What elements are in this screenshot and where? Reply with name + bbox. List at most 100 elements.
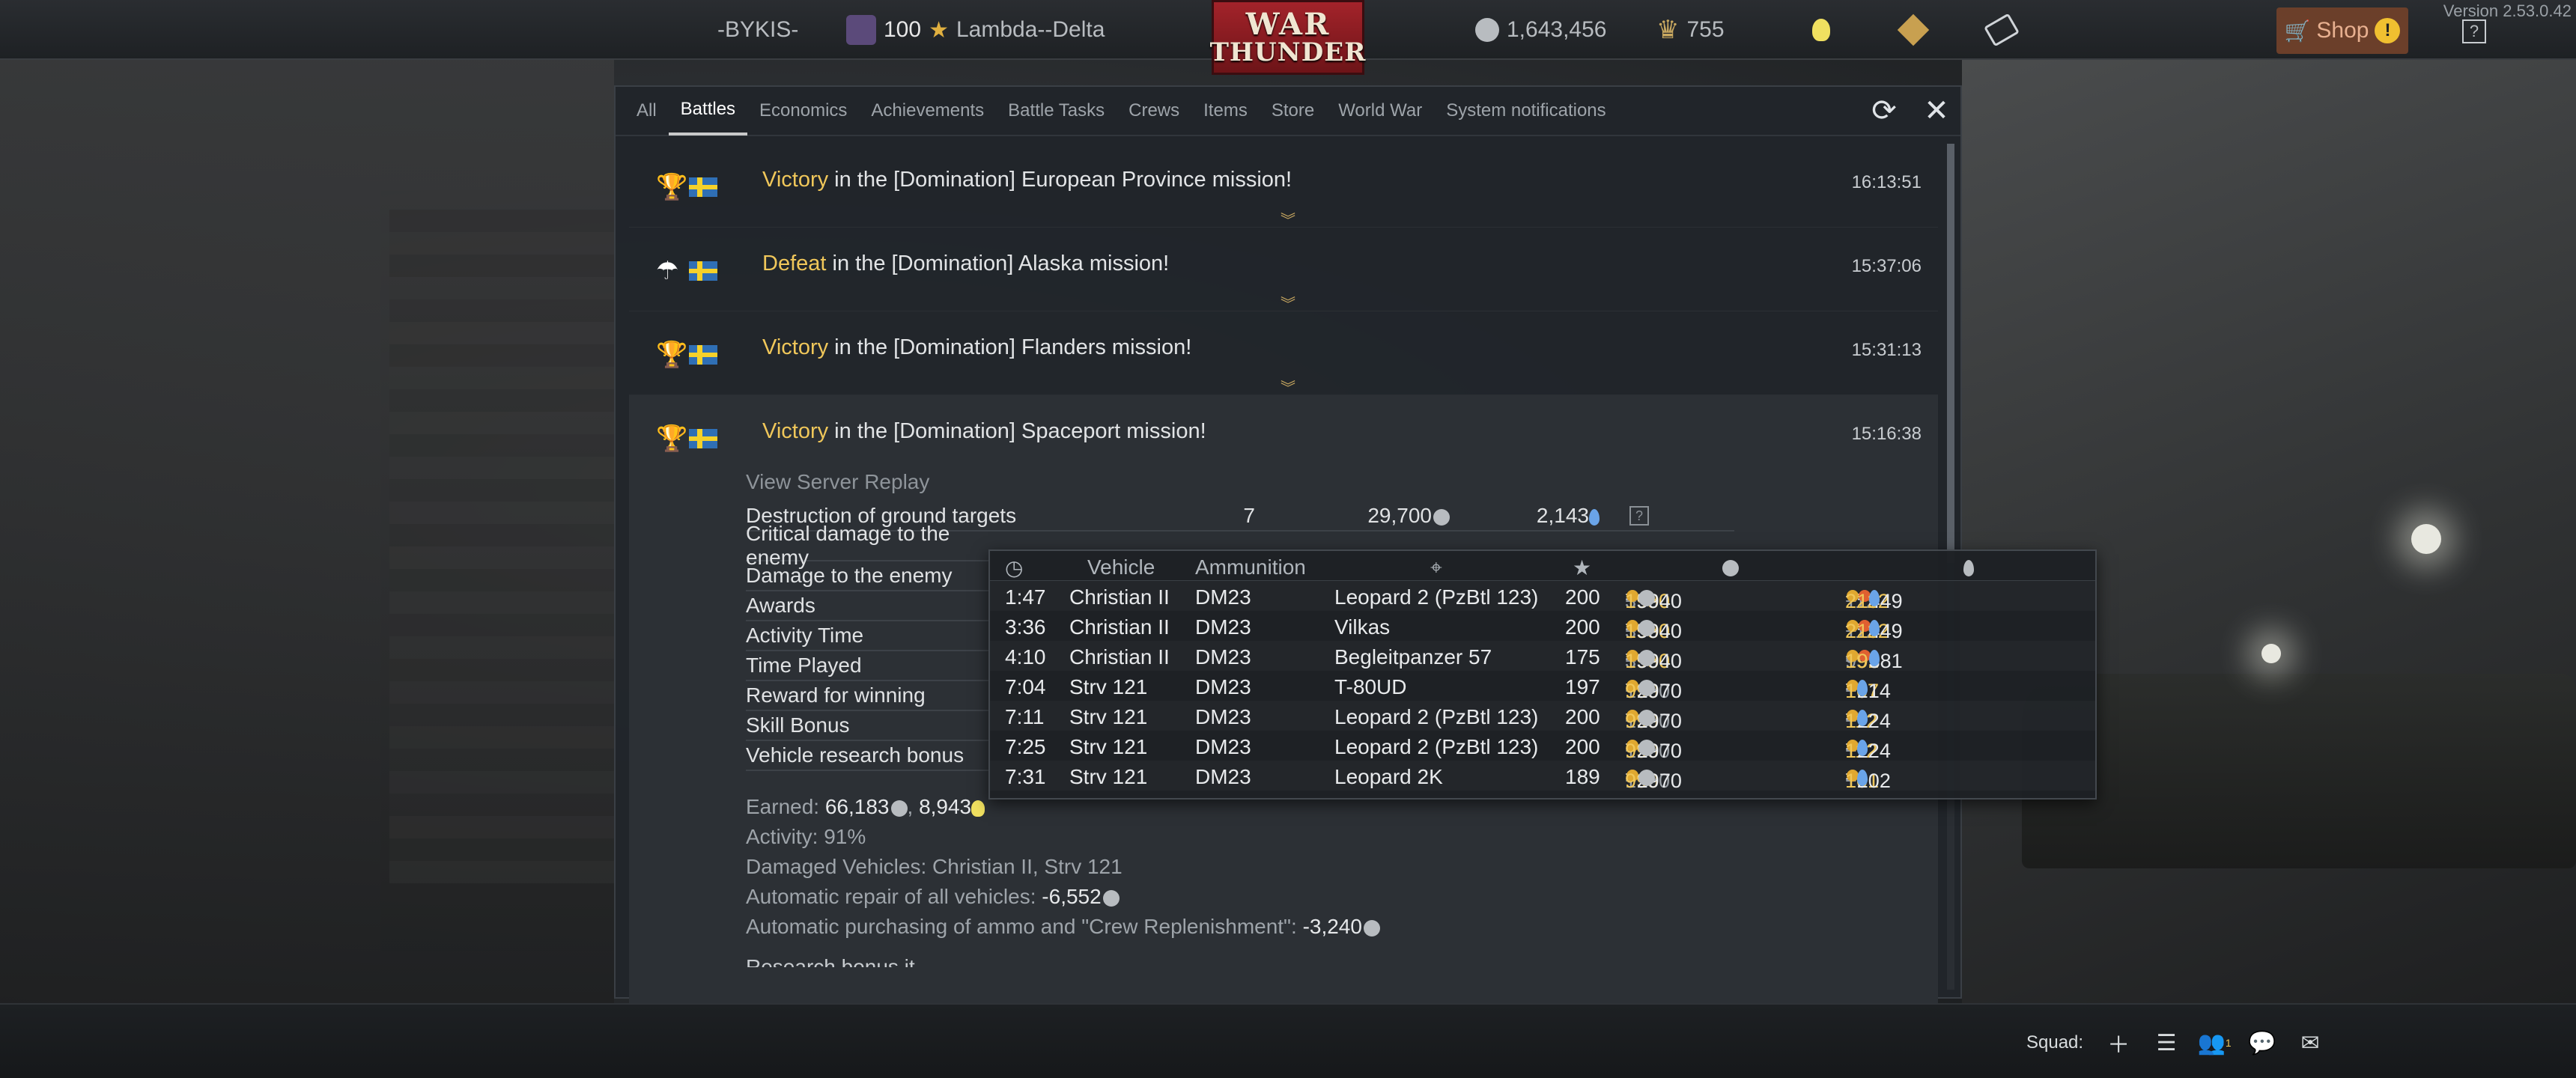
tab-items[interactable]: Items (1191, 86, 1260, 135)
tab-all[interactable]: All (625, 86, 669, 135)
tab-world-war[interactable]: World War (1326, 86, 1434, 135)
help-icon[interactable]: ? (1629, 506, 1649, 526)
crosshair-icon: ⌖ (1430, 555, 1442, 579)
kill-vehicle: Christian II (1069, 615, 1170, 639)
kill-silver-lions: 3960+1980=5940 (1625, 585, 1682, 612)
lightbulb-icon (1812, 19, 1830, 41)
tab-battle-tasks[interactable]: Battle Tasks (996, 86, 1117, 135)
help-icon[interactable]: ? (2462, 19, 2486, 43)
research-points-button[interactable] (1812, 0, 1830, 60)
battle-pass-button[interactable] (1984, 0, 2020, 60)
kill-ammo: DM23 (1195, 705, 1251, 728)
kill-research-points: 101+101=202 (1845, 765, 1891, 792)
shop-button[interactable]: 🛒 Shop ! (2276, 7, 2408, 54)
battle-message[interactable]: 🏆 Victory in the [Domination] Flanders m… (629, 311, 1938, 398)
tab-crews[interactable]: Crews (1117, 86, 1191, 135)
golden-eagles-balance[interactable]: ♛ 755 (1656, 0, 1725, 60)
tooltip-body: 1:47 Christian II DM23 Leopard 2 (PzBtl … (990, 581, 2095, 792)
player-profile[interactable]: 100 ★ Lambda--Delta (846, 0, 1105, 60)
battle-message[interactable]: ☂ Defeat in the [Domination] Alaska miss… (629, 228, 1938, 314)
kill-research-points: 112+225+112=449 (1845, 615, 1903, 642)
tab-battles[interactable]: Battles (668, 86, 748, 135)
tab-system-notifications[interactable]: System notifications (1434, 86, 1617, 135)
player-name[interactable]: -BYKIS- (717, 0, 798, 60)
sweden-flag-icon (689, 177, 717, 197)
kill-time: 7:11 (1005, 705, 1045, 728)
reward-row[interactable]: Awards (746, 591, 1015, 621)
message-text: Victory in the [Domination] European Pro… (762, 168, 1292, 192)
background-tank (2022, 674, 2576, 868)
friends-icon[interactable]: 👥 1 (2198, 1030, 2232, 1056)
activity-line: Activity: 91% (746, 825, 866, 848)
tab-store[interactable]: Store (1260, 86, 1326, 135)
sweden-flag-icon (689, 429, 717, 448)
alert-icon: ! (2375, 18, 2401, 43)
list-icon[interactable]: ☰ (2154, 1030, 2179, 1056)
background-hangar-left (0, 60, 614, 1003)
close-icon[interactable]: ✕ (1922, 94, 1951, 127)
diamond-icon (1897, 13, 1930, 46)
message-text: Defeat in the [Domination] Alaska missio… (762, 252, 1170, 275)
clock-icon: ◷ (1005, 556, 1024, 579)
tooltip-row: 3:36 Christian II DM23 Vilkas 200 3960+1… (990, 611, 2095, 642)
reward-row[interactable]: Time Played (746, 651, 1015, 681)
reward-row[interactable]: Reward for winning (746, 681, 1015, 711)
chevron-down-icon[interactable]: ︾ (1281, 292, 1295, 314)
kill-target: T-80UD (1334, 675, 1407, 698)
scrollbar-thumb[interactable] (1947, 144, 1954, 563)
refresh-icon[interactable]: ⟳ (1869, 94, 1899, 127)
reward-label: Reward for winning (746, 683, 926, 707)
background-light (2411, 524, 2441, 554)
chevron-down-icon[interactable]: ︾ (1281, 208, 1295, 230)
kill-ammo: DM23 (1195, 765, 1251, 788)
kill-ammo: DM23 (1195, 585, 1251, 609)
tooltip-row: 7:25 Strv 121 DM23 Leopard 2 (PzBtl 123)… (990, 731, 2095, 762)
message-time: 16:13:51 (1851, 172, 1922, 192)
tooltip-row: 4:10 Christian II DM23 Begleitpanzer 57 … (990, 641, 2095, 672)
bottom-bar: Squad: ＋ ☰ 👥 1 💬 ✉ (0, 1003, 2576, 1078)
kill-time: 1:47 (1005, 585, 1046, 609)
reward-row[interactable]: Activity Time (746, 621, 1015, 651)
reward-label: Activity Time (746, 624, 864, 647)
reward-row[interactable]: Critical damage to the enemy (746, 522, 1015, 569)
trophy-icon: 🏆 (656, 424, 688, 453)
battle-message[interactable]: 🏆 Victory in the [Domination] European P… (629, 144, 1938, 230)
view-replay-link[interactable]: View Server Replay (746, 470, 929, 494)
kill-time: 3:36 (1005, 615, 1046, 639)
tooltip-row: 1:47 Christian II DM23 Leopard 2 (PzBtl … (990, 581, 2095, 612)
message-icons: 🏆 (656, 174, 717, 201)
kill-silver-lions: 1980+990=2970 (1625, 705, 1682, 732)
silver-lions-balance[interactable]: 1,643,456 (1474, 0, 1606, 60)
kill-vehicle: Christian II (1069, 585, 1170, 609)
chevron-down-icon[interactable]: ︾ (1281, 376, 1295, 398)
message-icons: ☂ (656, 258, 717, 284)
repair-line: Automatic repair of all vehicles: -6,552 (746, 882, 1380, 912)
kill-score: 175 (1565, 645, 1600, 669)
kill-research-points: 112+225+112=449 (1845, 585, 1903, 612)
war-thunder-logo[interactable]: WAR THUNDER (1209, 0, 1367, 75)
damaged-vehicles-line: Damaged Vehicles: Christian II, Strv 121 (746, 855, 1123, 878)
kill-ammo: DM23 (1195, 615, 1251, 639)
message-text: Victory in the [Domination] Flanders mis… (762, 335, 1192, 359)
reward-row[interactable]: Skill Bonus (746, 711, 1015, 741)
kill-target: Leopard 2K (1334, 765, 1443, 788)
message-time: 15:16:38 (1851, 424, 1922, 444)
kill-vehicle: Strv 121 (1069, 675, 1148, 698)
kill-score: 197 (1565, 675, 1600, 698)
kill-score: 200 (1565, 615, 1600, 639)
mail-icon[interactable]: ✉ (2297, 1030, 2323, 1056)
kill-ammo: DM23 (1195, 735, 1251, 758)
kill-time: 4:10 (1005, 645, 1046, 669)
reward-label: Skill Bonus (746, 713, 850, 737)
kill-score: 189 (1565, 765, 1600, 788)
kill-research-points: 112+112=224 (1845, 705, 1891, 732)
star-icon: ★ (1573, 556, 1592, 579)
premium-button[interactable] (1897, 0, 1930, 60)
reward-label: Critical damage to the enemy (746, 522, 950, 569)
reward-row[interactable]: Vehicle research bonus (746, 741, 1015, 771)
tab-achievements[interactable]: Achievements (859, 86, 996, 135)
logo-text: THUNDER (1209, 37, 1367, 67)
plus-icon[interactable]: ＋ (2106, 1030, 2131, 1058)
tab-economics[interactable]: Economics (747, 86, 859, 135)
chat-icon[interactable]: 💬 (2248, 1030, 2276, 1056)
